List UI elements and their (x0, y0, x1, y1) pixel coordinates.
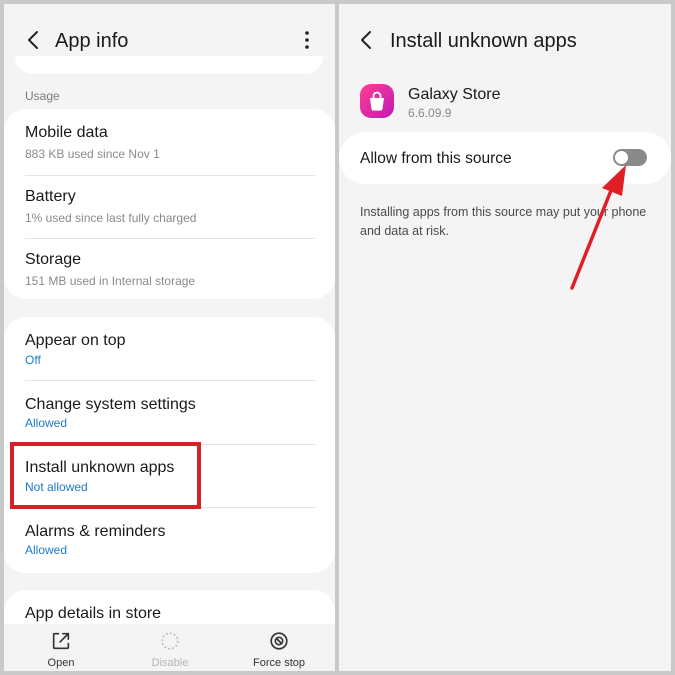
bottom-action-bar: Open Disable Force stop (4, 624, 335, 671)
item-title: Mobile data (25, 124, 108, 141)
allow-source-row[interactable]: Allow from this source (339, 132, 671, 184)
item-value: Allowed (25, 543, 68, 557)
app-info-screen: App info Usage Mobile data 883 KB used s… (4, 4, 335, 671)
chevron-left-icon[interactable] (22, 28, 46, 52)
disable-label: Disable (151, 657, 189, 669)
item-value: Off (25, 353, 41, 367)
open-button[interactable]: Open (6, 624, 116, 669)
item-title: Storage (25, 251, 82, 268)
risk-warning: Installing apps from this source may put… (360, 205, 647, 238)
app-name: Galaxy Store (408, 86, 501, 103)
item-title: Appear on top (25, 332, 126, 349)
item-title: Alarms & reminders (25, 523, 166, 540)
item-subtitle: 151 MB used in Internal storage (25, 274, 196, 288)
disable-button[interactable]: Disable (115, 624, 225, 669)
page-title: App info (55, 30, 129, 52)
chevron-left-icon[interactable] (355, 28, 379, 52)
divider (25, 380, 315, 381)
more-vert-icon[interactable] (295, 28, 319, 52)
highlight-box (10, 442, 201, 509)
item-value: Allowed (25, 416, 68, 430)
open-label: Open (47, 657, 75, 669)
install-unknown-apps-screen: Install unknown apps Galaxy Store 6.6.09… (339, 4, 671, 671)
force-stop-button[interactable]: Force stop (224, 624, 334, 669)
disable-icon (161, 632, 179, 650)
open-external-icon (52, 632, 70, 650)
item-title: Change system settings (25, 396, 196, 413)
usage-card: Mobile data 883 KB used since Nov 1 Batt… (4, 109, 335, 299)
force-stop-label: Force stop (253, 657, 305, 669)
force-stop-icon (270, 632, 288, 650)
allow-source-label: Allow from this source (360, 150, 512, 167)
item-title: Battery (25, 188, 76, 205)
app-details-in-store: App details in store (25, 605, 162, 622)
app-version: 6.6.09.9 (408, 106, 452, 120)
page-title: Install unknown apps (390, 30, 577, 52)
galaxy-store-icon (360, 84, 394, 118)
toggle-knob (614, 150, 629, 165)
item-subtitle: 1% used since last fully charged (25, 211, 197, 225)
item-subtitle: 883 KB used since Nov 1 (25, 147, 160, 161)
usage-section-label: Usage (25, 89, 60, 103)
previous-card (15, 56, 323, 74)
divider (25, 238, 315, 239)
allow-source-toggle[interactable] (613, 149, 647, 166)
divider (25, 175, 315, 176)
